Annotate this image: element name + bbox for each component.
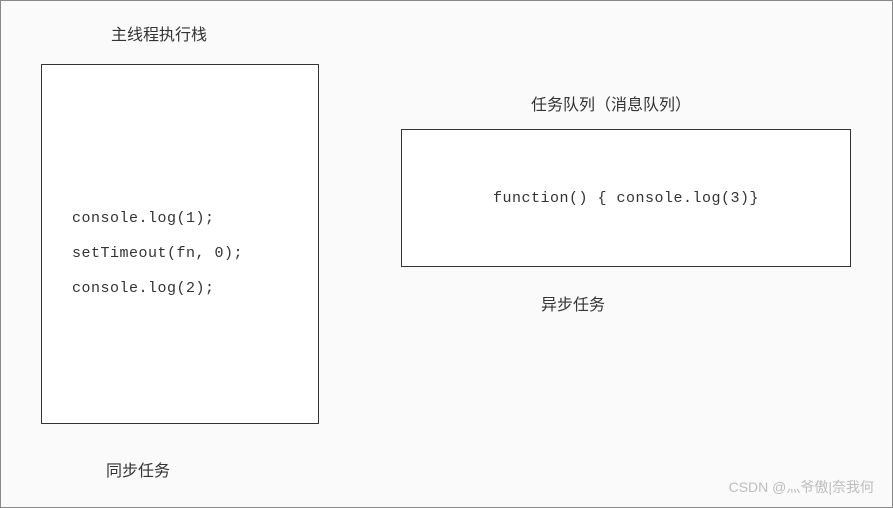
code-line: console.log(1); [72, 210, 288, 227]
main-thread-stack-title: 主线程执行栈 [111, 21, 207, 45]
code-line: setTimeout(fn, 0); [72, 245, 288, 262]
sync-task-label: 同步任务 [106, 457, 170, 481]
task-queue-title: 任务队列（消息队列） [531, 91, 691, 115]
code-line: console.log(2); [72, 280, 288, 297]
main-thread-stack-box: console.log(1); setTimeout(fn, 0); conso… [41, 64, 319, 424]
task-queue-box: function() { console.log(3)} [401, 129, 851, 267]
async-task-label: 异步任务 [541, 291, 605, 315]
code-line: function() { console.log(3)} [493, 190, 759, 207]
watermark: CSDN @灬爷傲|奈我何 [729, 477, 874, 497]
